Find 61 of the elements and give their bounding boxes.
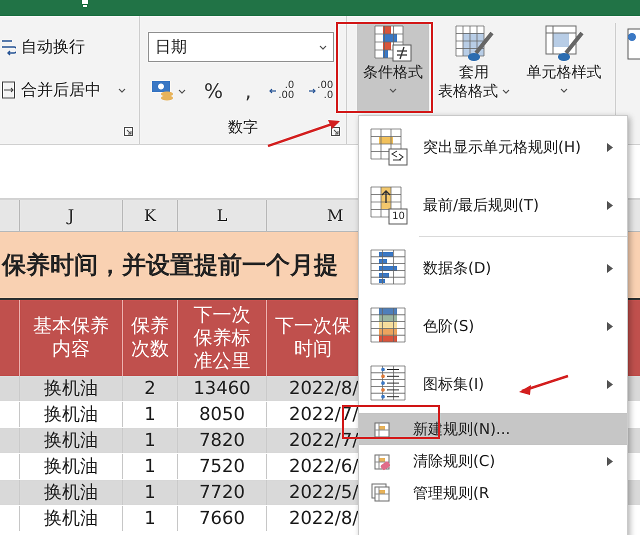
menu-item[interactable]: 突出显示单元格规则(H)	[359, 118, 627, 176]
table-brush-icon	[454, 25, 494, 63]
merge-cells-icon	[2, 81, 16, 99]
column-header[interactable]: J	[20, 200, 123, 231]
menu-item[interactable]: 图标集(I)	[359, 355, 627, 413]
table-cell: 换机油	[20, 402, 123, 427]
chevron-icon	[389, 88, 397, 93]
conditional-format-button[interactable]: 条件格式	[357, 23, 429, 113]
table-cell: 2	[123, 376, 178, 401]
table-cell: 7720	[178, 480, 267, 505]
header-cell: 基本保养内容	[33, 315, 109, 361]
menu-item[interactable]: 色阶(S)	[359, 297, 627, 355]
table-cell: 7520	[178, 454, 267, 479]
header-cell: 下一次保时间	[275, 315, 351, 361]
menu-item[interactable]: 数据条(D)	[359, 239, 627, 297]
money-icon	[152, 79, 174, 103]
arrow-icon	[269, 87, 278, 95]
chevron-icon	[560, 88, 568, 93]
number-format-field[interactable]: 日期	[148, 32, 334, 62]
table-cell: 1	[123, 480, 178, 505]
wrap-text-icon	[2, 38, 16, 56]
wrap-text-button[interactable]: 自动换行	[2, 36, 139, 58]
chevron-icon	[178, 88, 186, 94]
group-label: 数字	[228, 117, 258, 138]
table-cell: 7660	[178, 506, 267, 531]
format-as-table-button[interactable]: 套用 表格格式	[435, 23, 513, 113]
table-cell: 换机油	[20, 454, 123, 479]
chevron-icon	[502, 89, 510, 94]
annotation-arrow	[519, 374, 568, 395]
table-cell: 1	[123, 428, 178, 453]
cell-styles-button[interactable]: 单元格样式	[519, 23, 609, 113]
header-cell: 保养次数	[131, 315, 169, 361]
cell-brush-icon	[544, 25, 584, 63]
header-cell: 下一次保养标准公里	[194, 304, 250, 372]
merge-center-button[interactable]: 合并后居中	[2, 79, 139, 101]
table-cell: 换机油	[20, 506, 123, 531]
decrease-decimal-button[interactable]: .00 .0	[304, 81, 338, 101]
table-cell: 1	[123, 454, 178, 479]
menu-item[interactable]: 清除规则(C)	[359, 445, 627, 477]
table-cell: 换机油	[20, 480, 123, 505]
dialog-launcher-icon[interactable]	[331, 127, 340, 136]
table-cell: 换机油	[20, 376, 123, 401]
table-cell: 1	[123, 402, 178, 427]
table-cell: 13460	[178, 376, 267, 401]
table-cell: 1	[123, 506, 178, 531]
menu-item[interactable]: 10 最前/最后规则(T)	[359, 176, 627, 234]
number-format-button[interactable]: %	[196, 76, 232, 106]
increase-decimal-button[interactable]: .0 .00	[265, 81, 298, 101]
table-cell: 8050	[178, 402, 267, 427]
dialog-launcher-icon[interactable]	[124, 127, 133, 136]
menu-item[interactable]: 管理规则(R	[359, 477, 627, 509]
number-format-button[interactable]: ,	[237, 76, 260, 106]
column-header[interactable]: L	[178, 200, 267, 231]
highlight-rules-icon	[369, 127, 409, 167]
table-cell: 换机油	[20, 428, 123, 453]
manage-rules-icon	[371, 483, 391, 503]
conditional-format-icon	[373, 25, 413, 63]
table-cell: 7820	[178, 428, 267, 453]
column-header[interactable]: K	[123, 200, 178, 231]
arrow-icon	[308, 87, 316, 95]
chevron-icon	[319, 44, 327, 50]
